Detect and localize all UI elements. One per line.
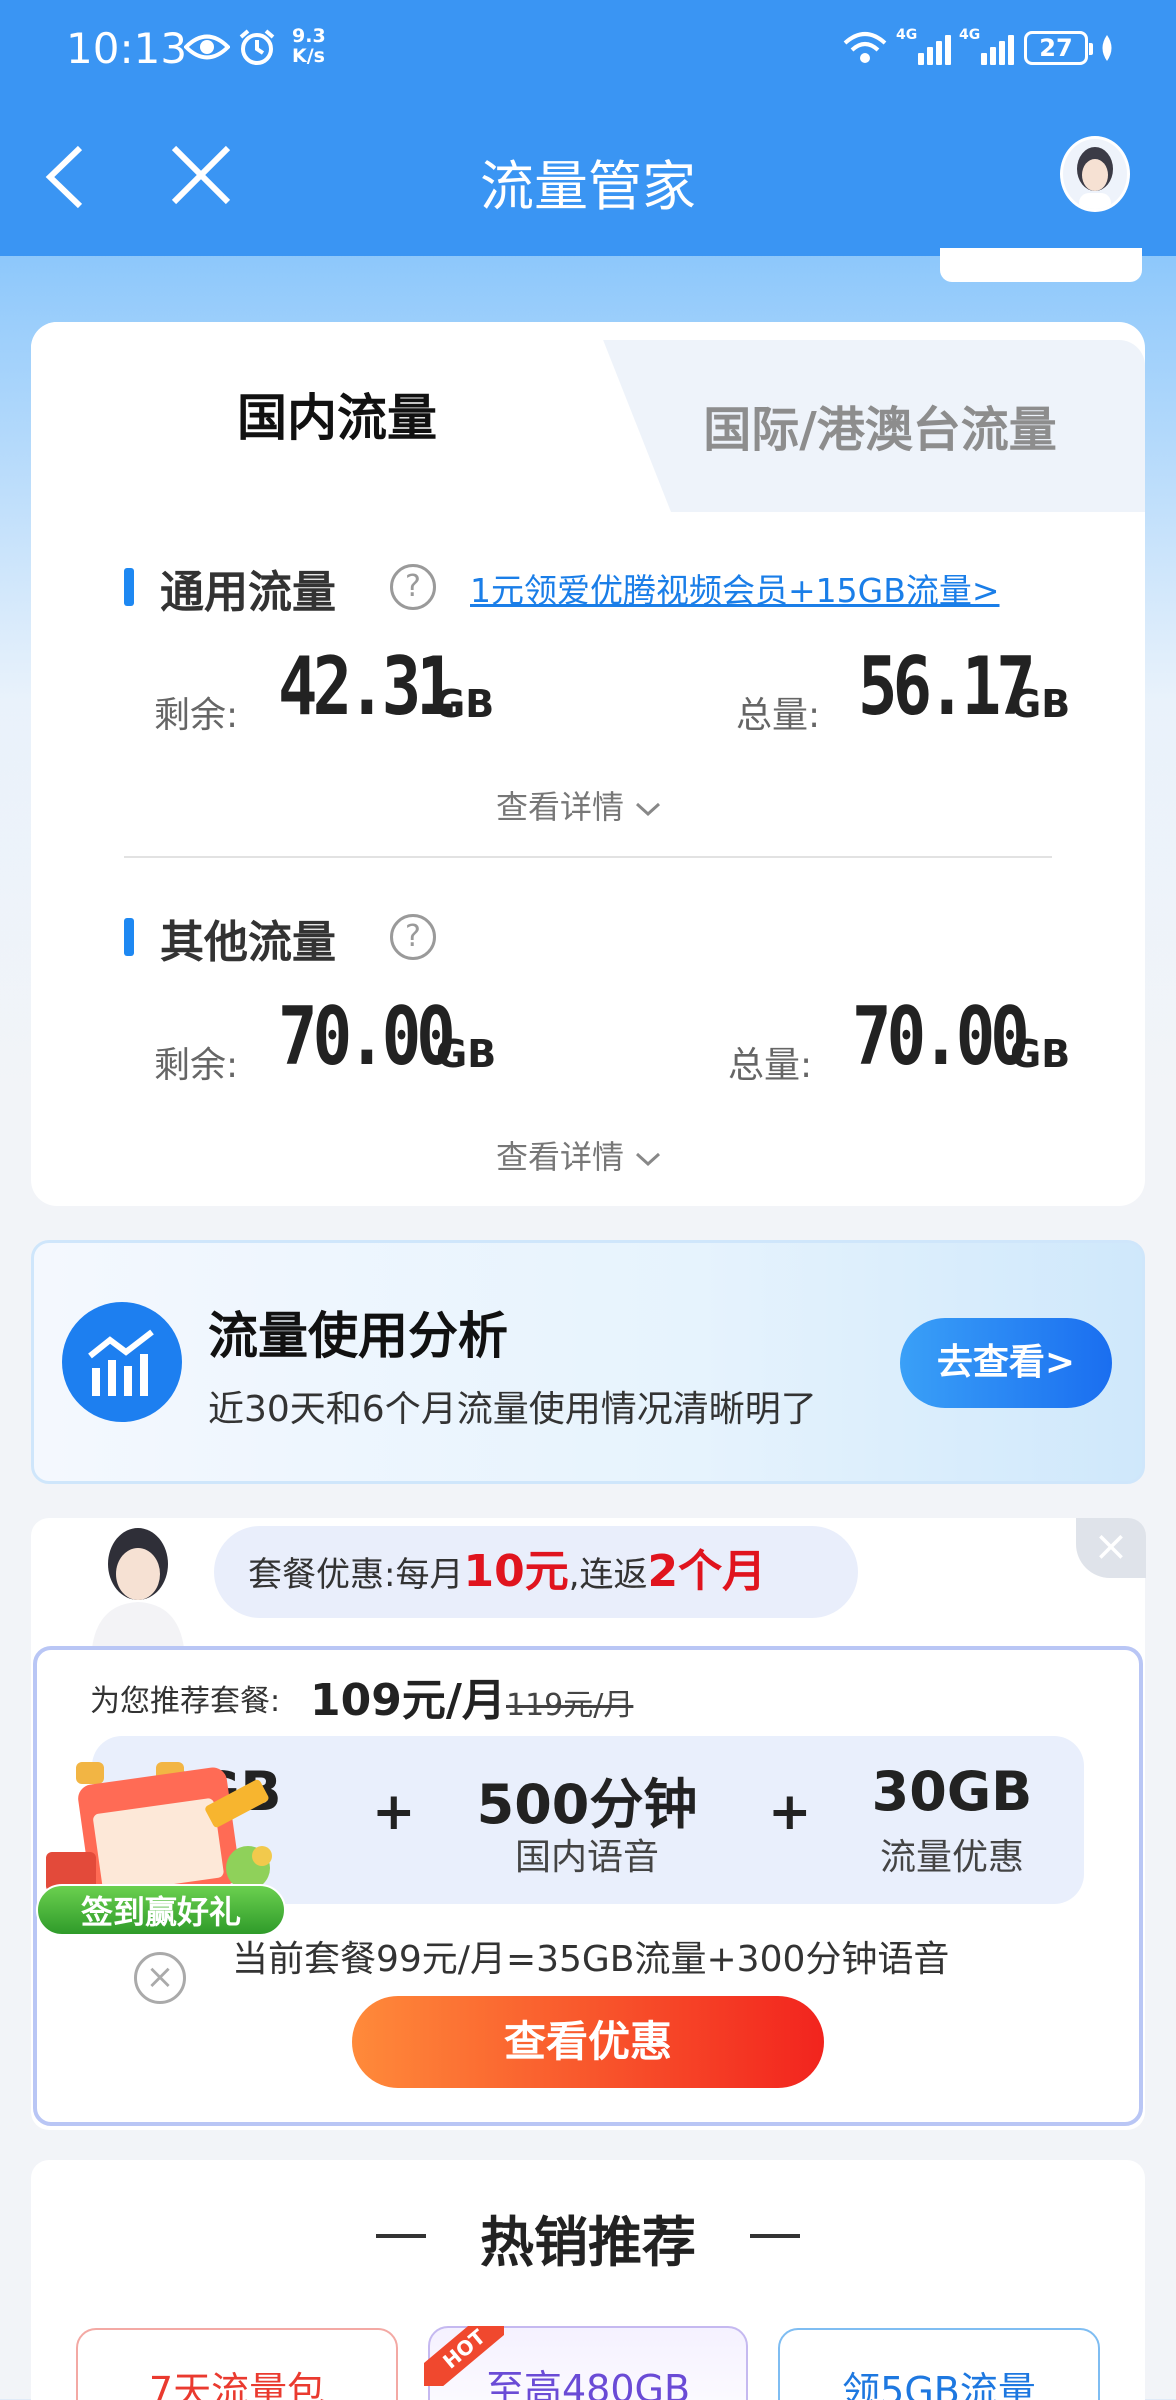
other-title: 其他流量 — [160, 917, 336, 968]
offer-text: ,连返 — [568, 1555, 648, 1595]
chevron-down-icon — [636, 1152, 661, 1167]
status-time: 10:13 — [66, 24, 188, 73]
status-icons: 4G 4G 27 — [842, 27, 1116, 68]
recommend-price: 109元/月 — [310, 1675, 506, 1726]
plus-sign: + — [372, 1782, 416, 1842]
feature-label: 流量优惠 — [879, 1837, 1024, 1878]
close-icon[interactable]: × — [1076, 1518, 1146, 1578]
total-unit: GB — [1010, 1032, 1071, 1076]
sign-in-button[interactable]: 签到赢好礼 — [36, 1884, 286, 1936]
remaining-label: 剩余: — [154, 695, 239, 736]
total-value: 56.17 — [858, 640, 1036, 733]
leaf-icon — [1102, 35, 1112, 61]
remaining-value: 70.00 — [278, 990, 456, 1083]
assistant-avatar — [92, 1528, 184, 1648]
wifi-icon — [843, 32, 887, 63]
total-unit: GB — [1010, 682, 1071, 726]
analysis-subtitle: 近30天和6个月流量使用情况清晰明了 — [208, 1389, 817, 1430]
feature-value: 30GB — [871, 1760, 1033, 1823]
detail-link[interactable]: 查看详情 — [496, 782, 662, 828]
remaining-unit: GB — [436, 1032, 497, 1076]
battery-icon: 27 — [1024, 31, 1093, 65]
hot-title: 热销推荐 — [480, 2211, 696, 2274]
eye-icon — [184, 34, 230, 60]
general-title: 通用流量 — [160, 567, 336, 618]
signal-icon: 4G — [959, 27, 1014, 65]
title-dash — [750, 2234, 800, 2238]
remaining-value: 42.31 — [278, 640, 456, 733]
hot-badge: HOT — [424, 2326, 504, 2386]
detail-label: 查看详情 — [496, 788, 625, 826]
detail-label: 查看详情 — [496, 1138, 625, 1176]
offer-amount: 10元 — [463, 1546, 569, 1597]
query-button[interactable] — [940, 248, 1142, 282]
plus-sign: + — [768, 1782, 812, 1842]
help-icon[interactable]: ? — [390, 914, 436, 960]
product-label: 至高480GB — [485, 2367, 691, 2400]
network-speed: 9.3 K/s — [292, 25, 326, 67]
view-analysis-button[interactable]: 去查看> — [900, 1318, 1112, 1408]
avatar[interactable] — [1060, 136, 1130, 212]
offer-months: 2个月 — [647, 1546, 767, 1597]
product-5gb[interactable]: 领5GB流量 — [778, 2328, 1100, 2400]
divider — [124, 856, 1052, 858]
alarm-icon — [239, 29, 275, 65]
offer-bubble: 套餐优惠:每月10元,连返2个月 — [214, 1526, 858, 1618]
recommend-label: 为您推荐套餐: — [90, 1684, 281, 1719]
section-marker — [124, 568, 134, 606]
original-price: 119元/月 — [506, 1688, 634, 1723]
remaining-label: 剩余: — [154, 1045, 239, 1086]
tab-domestic-label: 国内流量 — [237, 389, 437, 447]
section-marker — [124, 918, 134, 956]
promo-link[interactable]: 1元领爱优腾视频会员+15GB流量> — [470, 564, 1000, 612]
total-label: 总量: — [728, 1045, 813, 1086]
detail-link[interactable]: 查看详情 — [496, 1132, 662, 1178]
product-7day[interactable]: 7天流量包 — [76, 2328, 398, 2400]
offer-text: 套餐优惠:每月 — [248, 1555, 464, 1595]
chart-icon — [62, 1302, 182, 1422]
view-offer-button[interactable]: 查看优惠 — [352, 1996, 824, 2088]
analysis-title: 流量使用分析 — [208, 1307, 508, 1365]
feature-label: 国内语音 — [514, 1837, 659, 1878]
total-label: 总量: — [736, 695, 821, 736]
close-icon[interactable]: × — [134, 1952, 186, 2004]
hot-badge-label: HOT — [424, 2326, 504, 2386]
help-icon[interactable]: ? — [390, 564, 436, 610]
chevron-down-icon — [636, 802, 661, 817]
tab-international-label: 国际/港澳台流量 — [703, 402, 1057, 458]
remaining-unit: GB — [434, 682, 495, 726]
current-plan: 当前套餐99元/月=35GB流量+300分钟语音 — [232, 1939, 950, 1980]
page-title: 流量管家 — [480, 155, 696, 218]
signal-icon: 4G — [896, 27, 951, 65]
total-value: 70.00 — [852, 990, 1030, 1083]
